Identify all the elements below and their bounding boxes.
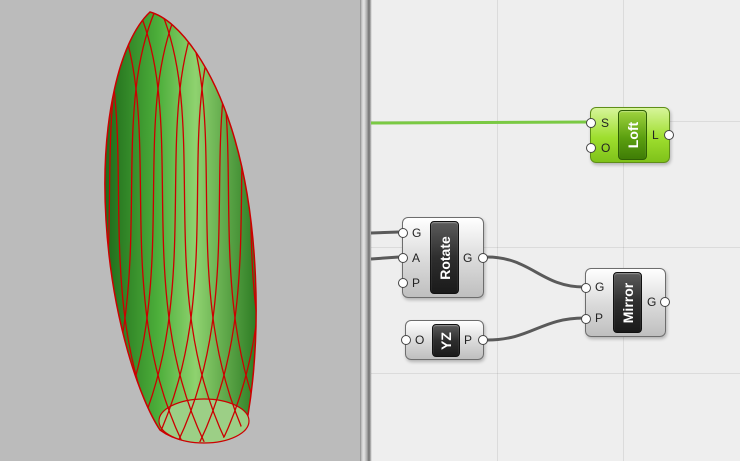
rotate-input-g-port[interactable] [398, 228, 408, 238]
mesh-curve [288, 0, 360, 461]
loft-title: Loft [618, 110, 647, 160]
panel-splitter[interactable] [360, 0, 371, 461]
yz-input-o-port[interactable] [401, 335, 411, 345]
mirror-title: Mirror [613, 272, 642, 333]
loft-output-l-label: L [652, 128, 659, 142]
mesh-curve [0, 0, 50, 461]
wire-to-rotate-g [371, 230, 400, 235]
loft-input-o-port[interactable] [586, 143, 596, 153]
wire-to-rotate-a [371, 255, 400, 261]
mesh-curve [255, 12, 257, 443]
mirror-output-g-label: G [647, 295, 657, 309]
yz-output-p-port[interactable] [478, 335, 488, 345]
mesh-curve [332, 0, 360, 461]
wire-to-loft [371, 120, 592, 125]
loft-output-l-port[interactable] [664, 130, 674, 140]
mesh-curve [14, 0, 94, 461]
mirror-input-g-port[interactable] [581, 283, 591, 293]
wire-rotate-to-mirror [486, 255, 585, 289]
wire-yz-to-mirror [486, 316, 585, 342]
yz-input-o-label: O [415, 333, 425, 347]
mirror-output-g-port[interactable] [660, 297, 670, 307]
mesh-curve [2, 0, 82, 461]
mirror-input-p-port[interactable] [581, 314, 591, 324]
yz-output-p-label: P [464, 333, 473, 347]
yz-title: YZ [432, 324, 460, 357]
mesh-curve [0, 0, 72, 461]
mesh-curve [310, 0, 360, 461]
rotate-component[interactable]: G A P Rotate G [398, 217, 488, 298]
rotate-input-a-label: A [412, 251, 421, 265]
grasshopper-canvas[interactable]: S O Loft L G A P Rotate G O YZ P G P Mir… [371, 0, 740, 461]
yz-plane-component[interactable]: O YZ P [401, 320, 488, 360]
loft-input-s-label: S [601, 116, 610, 130]
mesh-curve [0, 0, 38, 461]
loft-input-s-port[interactable] [586, 118, 596, 128]
mirror-input-p-label: P [595, 311, 604, 325]
mesh-curve [266, 0, 346, 461]
rotate-output-g-port[interactable] [478, 253, 488, 263]
mesh-curve [104, 12, 117, 443]
mesh-curve [24, 0, 104, 461]
rotate-title: Rotate [430, 221, 459, 294]
loft-input-o-label: O [601, 141, 611, 155]
loft-component[interactable]: S O Loft L [586, 107, 674, 163]
mesh-curve [243, 12, 257, 443]
rotate-input-a-port[interactable] [398, 253, 408, 263]
mesh-curve [300, 0, 360, 461]
rotate-input-g-label: G [412, 226, 422, 240]
mesh-curve [344, 0, 360, 461]
mesh-curve [0, 0, 16, 461]
rhino-viewport[interactable] [0, 0, 360, 461]
mesh-curve [0, 0, 28, 461]
mesh-curve [0, 0, 60, 461]
rotate-input-p-port[interactable] [398, 278, 408, 288]
rotate-output-g-label: G [463, 251, 473, 265]
loft-mesh-preview [0, 0, 360, 461]
rotate-input-p-label: P [412, 276, 421, 290]
mesh-curve [278, 0, 358, 461]
mirror-component[interactable]: G P Mirror G [581, 268, 670, 337]
mesh-curve [0, 0, 6, 461]
mesh-curve [322, 0, 360, 461]
mirror-input-g-label: G [595, 280, 605, 294]
